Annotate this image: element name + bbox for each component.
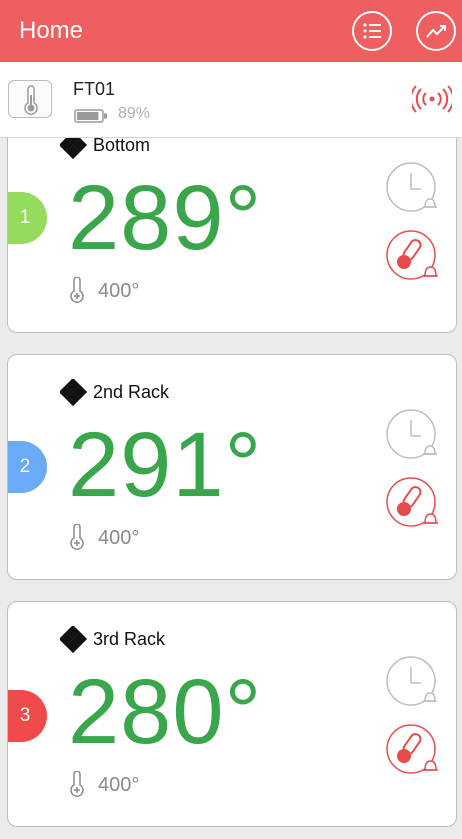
probe-card-3[interactable]: 3rd Rack 280° 400° 3 [7, 601, 457, 827]
probe-card-1[interactable]: Bottom 289° 400° 1 [7, 107, 457, 333]
temp-alarm-icon[interactable] [385, 723, 441, 779]
temp-alarm-icon[interactable] [385, 229, 441, 285]
device-name: FT01 [73, 79, 116, 99]
probe-number: 1 [8, 192, 47, 244]
timer-alarm-icon[interactable] [385, 655, 441, 711]
app-header: Home [0, 0, 462, 62]
thermometer-target-icon [70, 771, 84, 797]
probe-temperature: 289° [68, 167, 263, 269]
probe-number-badge: 2 [8, 441, 48, 493]
wireless-signal-icon [412, 85, 452, 113]
probe-number: 3 [8, 690, 47, 742]
app: Bottom 289° 400° 1 2nd Rack 291° 400° 2 … [0, 0, 462, 839]
temp-alarm-icon[interactable] [385, 476, 441, 532]
probe-label: 2nd Rack [93, 382, 170, 402]
probe-diamond-icon [60, 626, 88, 654]
target-temperature: 400° [98, 774, 140, 796]
list-button[interactable] [352, 11, 392, 51]
target-temperature: 400° [98, 280, 140, 302]
thermometer-target-icon [70, 524, 84, 550]
probe-number: 2 [8, 441, 47, 493]
probe-card-2[interactable]: 2nd Rack 291° 400° 2 [7, 354, 457, 580]
thermometer-target-icon [70, 277, 84, 303]
trend-chart-button[interactable] [416, 11, 456, 51]
battery-percent: 89% [118, 105, 151, 122]
battery-icon [74, 109, 107, 123]
list-icon [363, 23, 381, 39]
probe-label: Bottom [93, 135, 151, 155]
page-title: Home [19, 17, 84, 44]
timer-alarm-icon[interactable] [385, 408, 441, 464]
trend-chart-icon [426, 25, 446, 38]
probe-number-badge: 1 [8, 192, 48, 244]
probe-temperature: 291° [68, 414, 263, 516]
probe-number-badge: 3 [8, 690, 48, 742]
probe-diamond-icon [60, 379, 88, 407]
timer-alarm-icon[interactable] [385, 161, 441, 217]
device-bar[interactable]: FT01 89% [0, 62, 462, 138]
probe-temperature: 280° [68, 661, 263, 763]
probe-label: 3rd Rack [93, 629, 166, 649]
device-thermometer-icon [8, 80, 52, 118]
target-temperature: 400° [98, 527, 140, 549]
